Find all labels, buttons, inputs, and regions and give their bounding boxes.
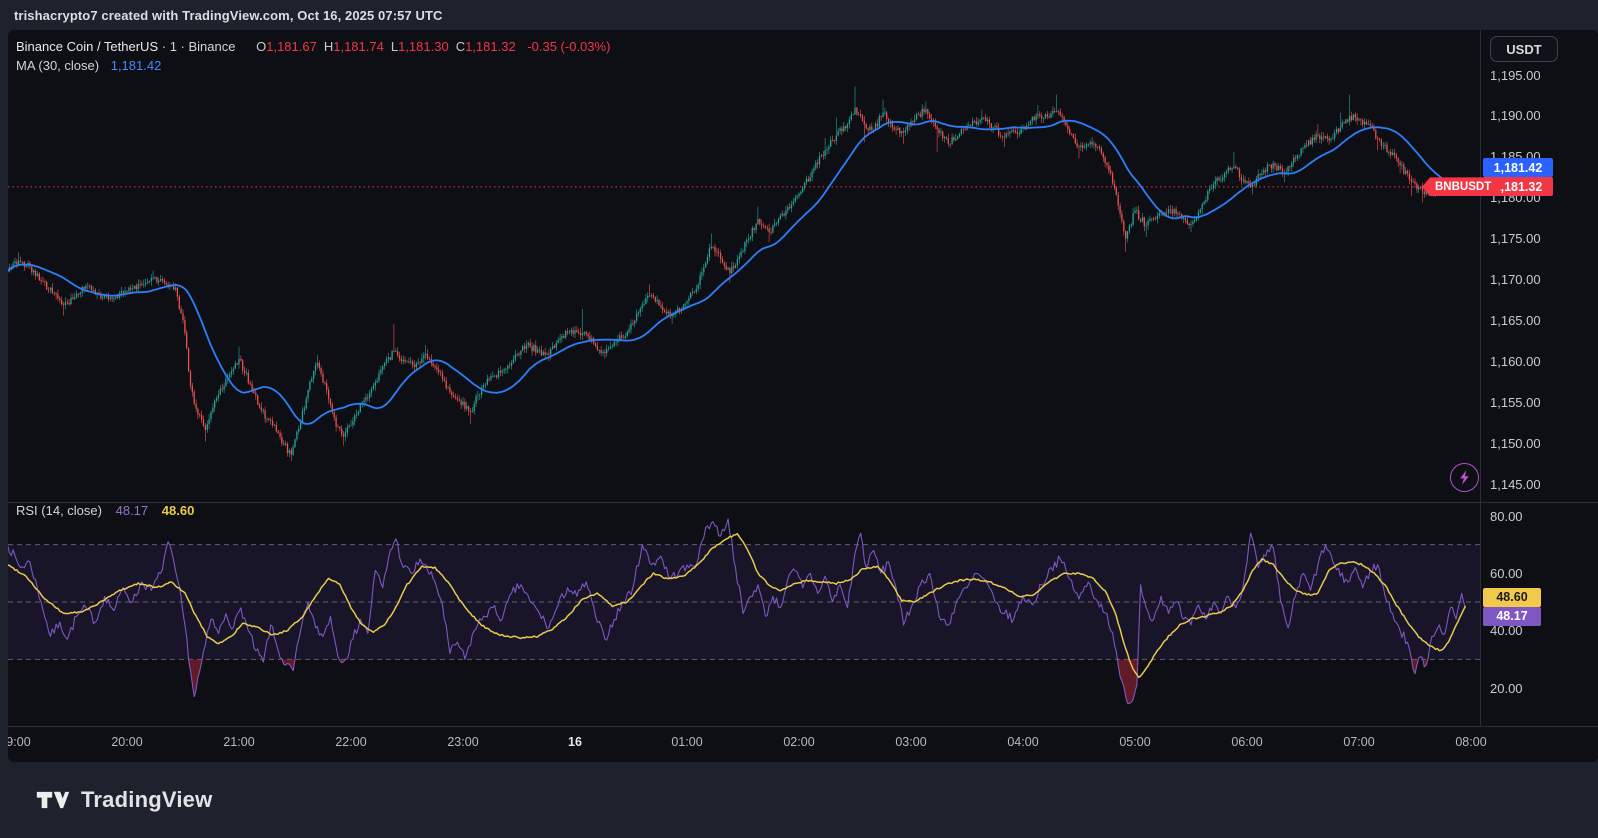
ohlc-value: 1,181.30	[398, 39, 449, 54]
lightning-bolt-icon	[1456, 469, 1473, 486]
exchange-label: Binance	[189, 39, 236, 54]
ohlc-value: 1,181.67	[266, 39, 317, 54]
rsi-pane-legend: RSI (14, close) 48.17 48.60	[16, 503, 194, 518]
main-pane-legend: Binance Coin / TetherUS · 1 · Binance O1…	[16, 38, 610, 75]
price-tick-label: 1,165.00	[1490, 314, 1541, 327]
price-tick-label: 1,195.00	[1490, 69, 1541, 82]
attribution-text: trishacrypto7 created with TradingView.c…	[14, 8, 443, 23]
ohlc-value: 1,181.32	[465, 39, 516, 54]
rsi-indicator-label[interactable]: RSI (14, close)	[16, 503, 102, 518]
ma-legend-row: MA (30, close) 1,181.42	[16, 57, 610, 75]
rsi-tick-label: 40.00	[1490, 624, 1523, 637]
time-tick-label: 04:00	[1007, 735, 1038, 749]
time-tick-label: 20:00	[111, 735, 142, 749]
separator-dot: ·	[162, 39, 170, 54]
price-tick-label: 1,190.00	[1490, 109, 1541, 122]
price-tick-label: 1,170.00	[1490, 273, 1541, 286]
price-rsi-chart[interactable]	[8, 30, 1598, 762]
time-tick-label: 19:00	[8, 735, 31, 749]
currency-toggle-button[interactable]: USDT	[1490, 36, 1558, 62]
rsi-badge: 48.17	[1483, 607, 1541, 626]
ma-indicator-value: 1,181.42	[111, 58, 162, 73]
separator-dot: ·	[177, 39, 189, 54]
attribution-bar: trishacrypto7 created with TradingView.c…	[0, 0, 1598, 30]
flash-snapshot-button[interactable]	[1450, 463, 1479, 492]
ohlc-key: H	[324, 39, 333, 54]
change-value: -0.35 (-0.03%)	[527, 39, 610, 54]
chart-panel[interactable]: Binance Coin / TetherUS · 1 · Binance O1…	[8, 30, 1598, 762]
ma-price-badge: 1,181.42	[1483, 158, 1553, 177]
price-tick-label: 1,155.00	[1490, 396, 1541, 409]
interval-label[interactable]: 1	[170, 39, 177, 54]
price-tick-label: 1,175.00	[1490, 232, 1541, 245]
rsi-value: 48.17	[116, 503, 149, 518]
ohlc-values: O1,181.67 H1,181.74 L1,181.30 C1,181.32	[249, 39, 516, 54]
rsi-ma-badge: 48.60	[1483, 588, 1541, 607]
footer-bar: TradingView	[0, 762, 1598, 838]
tradingview-wordmark[interactable]: TradingView	[81, 787, 212, 813]
symbol-ohlc-row: Binance Coin / TetherUS · 1 · Binance O1…	[16, 38, 610, 56]
rsi-tick-label: 60.00	[1490, 567, 1523, 580]
time-tick-label: 05:00	[1119, 735, 1150, 749]
symbol-title[interactable]: Binance Coin / TetherUS	[16, 39, 158, 54]
time-tick-label: 02:00	[783, 735, 814, 749]
ohlc-key: C	[456, 39, 465, 54]
ohlc-key: L	[391, 39, 398, 54]
time-tick-label: 06:00	[1231, 735, 1262, 749]
time-tick-label: 08:00	[1455, 735, 1486, 749]
tradingview-logo-icon[interactable]	[36, 789, 70, 811]
time-tick-label: 23:00	[447, 735, 478, 749]
time-tick-label: 07:00	[1343, 735, 1374, 749]
time-tick-label: 03:00	[895, 735, 926, 749]
symbol-price-tag: BNBUSDT	[1422, 177, 1500, 196]
time-tick-label: 16	[568, 735, 582, 749]
time-tick-label: 22:00	[335, 735, 366, 749]
rsi-ma-value: 48.60	[162, 503, 195, 518]
price-tick-label: 1,150.00	[1490, 437, 1541, 450]
rsi-tick-label: 20.00	[1490, 682, 1523, 695]
time-tick-label: 01:00	[671, 735, 702, 749]
ma-indicator-label[interactable]: MA (30, close)	[16, 58, 99, 73]
tradingview-snapshot: trishacrypto7 created with TradingView.c…	[0, 0, 1598, 838]
ohlc-value: 1,181.74	[333, 39, 384, 54]
price-tick-label: 1,160.00	[1490, 355, 1541, 368]
time-tick-label: 21:00	[223, 735, 254, 749]
rsi-tick-label: 80.00	[1490, 510, 1523, 523]
ohlc-key: O	[256, 39, 266, 54]
price-tick-label: 1,145.00	[1490, 478, 1541, 491]
